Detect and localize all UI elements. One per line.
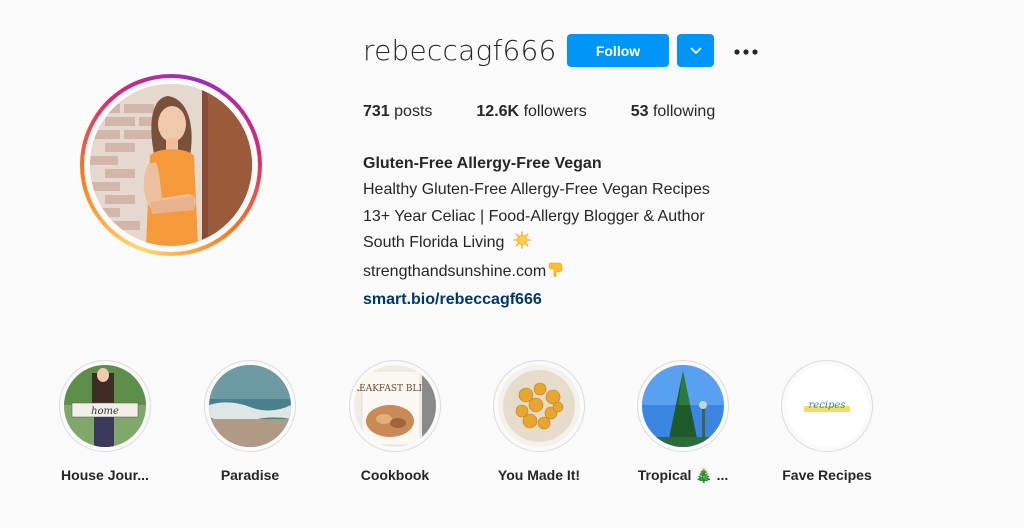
bio-name: Gluten-Free Allergy-Free Vegan	[363, 155, 602, 172]
highlight-item[interactable]: home House Jour...	[45, 360, 165, 483]
posts-label: posts	[394, 103, 433, 120]
highlight-item[interactable]: Paradise	[190, 360, 310, 483]
highlight-label: House Jour...	[61, 467, 149, 483]
highlight-label: Fave Recipes	[782, 467, 872, 483]
profile-avatar[interactable]	[90, 84, 252, 246]
highlight-label: You Made It!	[497, 467, 581, 483]
highlight-cover	[209, 365, 291, 447]
profile-stats: 731 posts 12.6K followers 53 following	[363, 103, 759, 121]
followers-stat[interactable]: 12.6K followers	[476, 103, 586, 121]
highlight-cover	[498, 365, 580, 447]
more-horizontal-icon	[734, 42, 758, 60]
bio-line: Healthy Gluten-Free Allergy-Free Vegan R…	[363, 181, 710, 199]
highlight-label: Tropical 🎄 ...	[637, 467, 729, 483]
highlight-cover: recipes	[786, 365, 868, 447]
highlight-image-text: recipes	[809, 400, 846, 411]
posts-count: 731	[363, 103, 390, 120]
highlight-item[interactable]: You Made It!	[479, 360, 599, 483]
suggested-accounts-dropdown-button[interactable]	[677, 34, 714, 67]
highlight-cover	[642, 365, 724, 447]
followers-label: followers	[523, 103, 587, 120]
pointing-down-emoji-icon	[547, 260, 565, 287]
highlight-cover: BREAKFAST BLISS	[354, 365, 436, 447]
profile-username: rebeccagf666	[363, 34, 557, 67]
follow-button[interactable]: Follow	[567, 34, 669, 67]
following-stat[interactable]: 53 following	[631, 103, 716, 121]
highlight-item[interactable]: Tropical 🎄 ...	[623, 360, 743, 484]
highlight-cover: home	[64, 365, 146, 447]
story-ring[interactable]	[80, 74, 262, 256]
highlight-item[interactable]: BREAKFAST BLISS Cookbook	[335, 360, 455, 483]
chevron-down-icon	[690, 42, 702, 60]
bio-line: strengthandsunshine.com	[363, 259, 710, 287]
highlight-label: Cookbook	[360, 467, 430, 483]
bio-external-link[interactable]: smart.bio/rebeccagf666	[363, 287, 710, 313]
more-options-button[interactable]	[730, 38, 762, 64]
highlight-label: Paradise	[220, 467, 280, 483]
highlight-image-text: home	[91, 406, 119, 417]
following-count: 53	[630, 103, 649, 120]
sun-emoji-icon	[513, 231, 531, 258]
followers-count: 12.6K	[476, 103, 520, 120]
bio-line: 13+ Year Celiac | Food-Allergy Blogger &…	[363, 207, 705, 225]
highlight-item[interactable]: recipes Fave Recipes	[767, 360, 887, 483]
profile-bio: Gluten-Free Allergy-Free Vegan Healthy G…	[363, 151, 710, 313]
posts-stat: 731 posts	[363, 103, 432, 121]
bio-line: South Florida Living	[363, 230, 710, 258]
profile-page: rebeccagf666 Follow 731 posts 12.6K foll…	[0, 0, 1024, 528]
following-label: following	[652, 103, 716, 120]
